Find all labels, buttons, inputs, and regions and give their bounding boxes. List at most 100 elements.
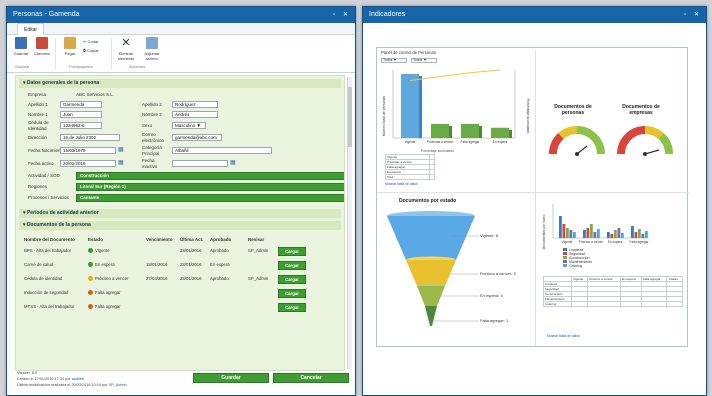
copy-button[interactable]: ⧉ Copiar	[83, 48, 99, 53]
scrollbar[interactable]	[347, 77, 352, 369]
calendar-icon[interactable]: ▦	[118, 160, 124, 166]
cedula-input[interactable]: 1234562-6	[60, 122, 102, 129]
doc-ultima-act: 28/01/2016	[180, 262, 202, 267]
section-documentos[interactable]: ▾ Documentos de la persona	[19, 221, 341, 230]
doc-status-text: Vigente	[95, 248, 110, 253]
attach-file-button[interactable]: Adjuntar archivo	[139, 37, 165, 61]
pareto-cumulative-line	[409, 69, 501, 81]
cargar-button[interactable]: Cargar	[278, 247, 306, 256]
personas-window: Personas - Gamenda ▫ ✕ Editar Guardar Ca…	[6, 6, 356, 396]
value-empresa: ABC Servicios S.L.	[76, 92, 115, 97]
doc-vencimiento: 27/03/2016	[146, 276, 168, 281]
section-general[interactable]: ▾ Datos generales de la persona	[19, 79, 341, 88]
pareto-bar-side	[419, 76, 422, 138]
window-title: Indicadores	[369, 11, 406, 18]
cancelar-button[interactable]: Cancelar	[273, 373, 349, 383]
paste-button[interactable]: Pegar	[59, 37, 81, 56]
regiones-select[interactable]: Litoral Sur (Región 1)	[76, 183, 344, 191]
delete-icon: ✕	[120, 37, 132, 49]
procesos-select[interactable]: Cantante	[76, 194, 344, 202]
window-controls[interactable]: ▫ ✕	[684, 7, 702, 23]
sexo-select[interactable]: Masculino ▼	[172, 122, 206, 129]
grouped-show-table-link[interactable]: Mostrar tabla de datos	[547, 334, 580, 338]
save-button[interactable]: Guardar	[10, 37, 32, 56]
grouped-bar	[610, 234, 614, 238]
nombre1-input[interactable]: Juan	[60, 111, 102, 118]
created-by-link[interactable]: audiles	[72, 377, 84, 381]
calendar-icon[interactable]: ▦	[118, 147, 124, 153]
status-dot-icon	[88, 290, 93, 295]
label-actividad: Actividad / SOD	[28, 173, 60, 178]
ribbon: Guardar Cancelar Pegar ✂ Cortar ⧉ Copiar…	[7, 35, 355, 73]
group-label-acciones: Acciones	[129, 64, 146, 69]
funnel-label-espera: En espera: 4	[480, 293, 503, 298]
window-controls[interactable]: ▫ ✕	[333, 7, 351, 23]
tab-editar[interactable]: Editar	[17, 23, 45, 35]
delete-item-button[interactable]: ✕ Eliminar elemento	[113, 37, 139, 61]
grouped-legend: Limpieza Seguridad Construcción Mantenimien…	[563, 248, 592, 268]
funnel-label-vigente: Vigente: 8	[480, 233, 499, 238]
funnel-segment-falta	[425, 306, 437, 326]
apellido1-input[interactable]: Garmenda	[60, 101, 102, 108]
pareto-xlabel: Falta agregar	[461, 140, 481, 144]
grouped-bar	[614, 230, 617, 238]
cargar-button[interactable]: Cargar	[278, 289, 306, 298]
legend-swatch	[563, 256, 567, 259]
modified-by-link[interactable]: SP_Admin	[109, 383, 127, 387]
grouped-bar	[641, 234, 645, 238]
correo-input[interactable]: garmenda@abc.com	[172, 134, 222, 141]
inactivo-input[interactable]	[172, 160, 228, 167]
scrollbar-thumb[interactable]	[348, 87, 352, 147]
actividad-select[interactable]: Construcción	[76, 172, 344, 180]
table-row: Catering	[542, 301, 683, 307]
cargar-button[interactable]: Cargar	[278, 275, 306, 284]
cancel-ribbon-button[interactable]: Cancelar	[31, 37, 53, 56]
cargar-button[interactable]: Cargar	[278, 303, 306, 312]
legend-swatch	[563, 248, 567, 251]
direccion-input[interactable]: 18 de Julio 2302	[60, 134, 120, 141]
gauge-personas	[548, 125, 605, 156]
guardar-button[interactable]: Guardar	[193, 373, 269, 383]
grouped-bar	[634, 232, 638, 238]
pareto-ylabel-left: Número total de personas	[382, 96, 386, 137]
grouped-bar	[631, 226, 634, 238]
doc-status: Vigente	[88, 248, 110, 253]
grouped-bar	[562, 224, 566, 238]
person-form: ▾ Datos generales de la persona Empresa …	[15, 75, 345, 371]
cancel-icon	[36, 37, 48, 49]
table-cell	[666, 301, 683, 307]
funnel-title: Documentos por estado	[399, 198, 457, 204]
grouped-bar	[573, 232, 576, 238]
table-row: Total	[384, 174, 435, 180]
table-cell	[571, 301, 589, 307]
label-empresa: Empresa	[28, 92, 47, 97]
ribbon-tabs: Editar	[7, 23, 355, 35]
pareto-ylabel-right: Porcentaje acumulado	[526, 99, 530, 134]
categoria-input[interactable]: Albañil	[172, 147, 272, 154]
label-cedula: Cédula de Identidad	[28, 120, 49, 131]
doc-vencimiento: 18/01/2016	[146, 262, 168, 267]
nacimiento-input[interactable]: 15/03/1979	[60, 147, 116, 154]
window-title: Personas - Gamenda	[13, 11, 80, 18]
pareto-show-table-link[interactable]: Mostrar tabla de datos	[385, 182, 418, 186]
filter-2[interactable]: Todos ▼	[411, 58, 437, 63]
footer-created: Creado el 17/01/2016 17:34 por audiles	[17, 377, 84, 381]
cut-button[interactable]: ✂ Cortar	[83, 39, 99, 44]
doc-status: En espera	[88, 262, 115, 267]
grouped-bar	[586, 228, 590, 238]
pareto-bar-side	[509, 129, 512, 138]
legend-swatch	[563, 252, 567, 255]
cargar-button[interactable]: Cargar	[278, 261, 306, 270]
legend-swatch	[563, 264, 567, 267]
filter-1[interactable]: Todos ▼	[381, 58, 407, 63]
apellido2-input[interactable]: Rodríguez	[172, 101, 218, 108]
grouped-bar	[593, 232, 597, 238]
activo-input[interactable]: 20/01/2016	[60, 160, 116, 167]
table-cell: Catering	[542, 301, 573, 307]
label-categoria: Categoría Principal	[142, 145, 162, 156]
dashboard-panel: Panel de control de Personas Todos ▼ Tod…	[376, 47, 689, 347]
nombre2-input[interactable]: Andrés	[172, 111, 218, 118]
pareto-bar-side	[449, 125, 452, 138]
calendar-icon[interactable]: ▦	[230, 160, 236, 166]
section-periodos[interactable]: ▾ Períodos de actividad anterior	[19, 209, 341, 218]
